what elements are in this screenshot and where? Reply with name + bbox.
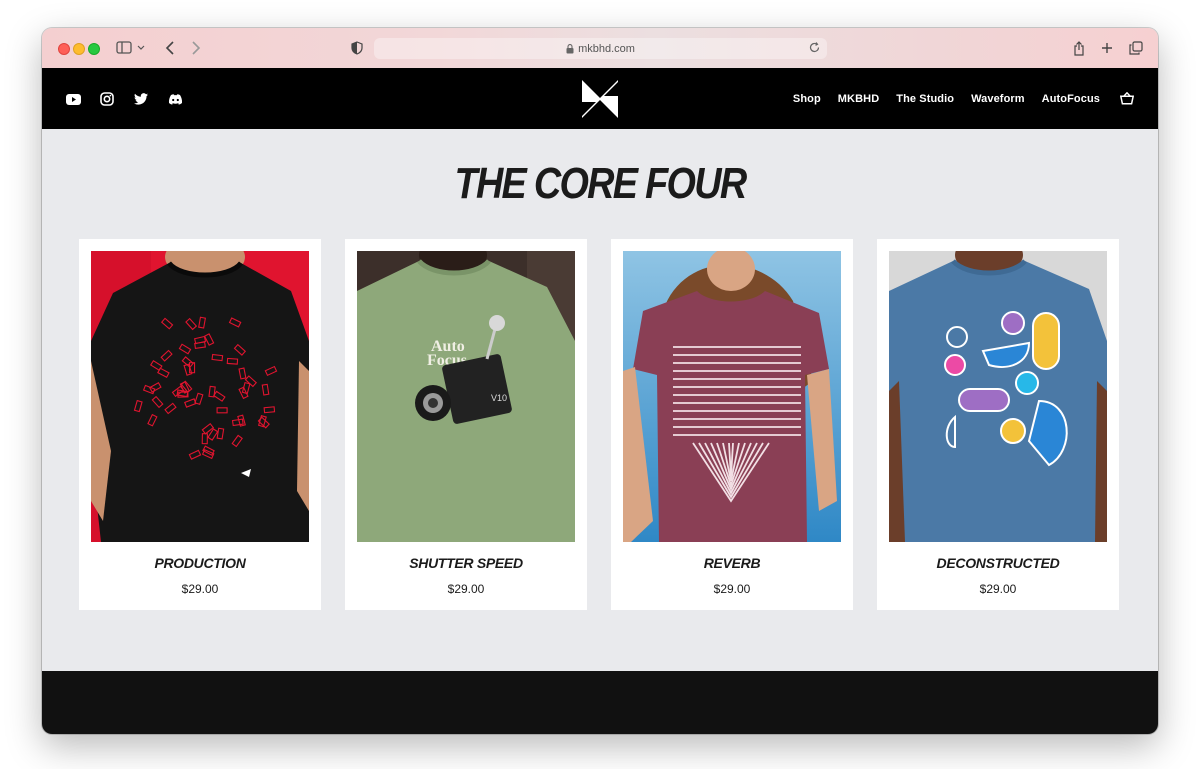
product-image[interactable]: [623, 251, 841, 542]
youtube-link[interactable]: [64, 90, 82, 108]
product-card-shutter-speed[interactable]: Auto Focus V10 SHUTTER SPEED $29.00: [345, 239, 587, 610]
share-icon: [1074, 40, 1084, 56]
minimize-window-button[interactable]: [73, 43, 85, 55]
chevron-right-icon: [192, 41, 201, 55]
youtube-icon: [65, 93, 81, 105]
nav-shop[interactable]: Shop: [793, 93, 821, 105]
tshirt-image-shutter-speed: Auto Focus V10: [357, 251, 575, 542]
zoom-window-button[interactable]: [88, 43, 100, 55]
browser-toolbar: mkbhd.com: [42, 28, 1158, 69]
tshirt-image-deconstructed: [889, 251, 1107, 542]
mkbhd-logo[interactable]: [582, 80, 618, 118]
instagram-icon: [100, 92, 114, 106]
product-card-reverb[interactable]: REVERB $29.00: [611, 239, 853, 610]
product-price: $29.00: [979, 582, 1017, 596]
product-card-deconstructed[interactable]: DECONSTRUCTED $29.00: [877, 239, 1119, 610]
forward-button[interactable]: [190, 39, 202, 57]
nav-waveform[interactable]: Waveform: [971, 93, 1025, 105]
product-name[interactable]: REVERB: [611, 555, 853, 571]
privacy-report-button[interactable]: [350, 39, 364, 57]
product-image[interactable]: [91, 251, 309, 542]
reload-icon[interactable]: [808, 41, 821, 54]
twitter-link[interactable]: [132, 90, 150, 108]
plus-icon: [1102, 43, 1112, 53]
shield-icon: [351, 41, 363, 55]
instagram-link[interactable]: [98, 90, 116, 108]
new-tab-button[interactable]: [1100, 39, 1114, 57]
sidebar-icon: [116, 41, 145, 54]
site-header: Shop MKBHD The Studio Waveform AutoFocus: [42, 68, 1158, 129]
main-nav: Shop MKBHD The Studio Waveform AutoFocus: [776, 93, 1100, 105]
tshirt-image-reverb: [623, 251, 841, 542]
tabs-icon: [1129, 41, 1143, 55]
site-footer: [42, 671, 1158, 734]
main-content: THE CORE FOUR PRODUCTION $29.00 Auto Foc…: [42, 129, 1158, 671]
back-button[interactable]: [164, 39, 176, 57]
nav-autofocus[interactable]: AutoFocus: [1042, 93, 1100, 105]
page-title: THE CORE FOUR: [454, 159, 748, 208]
browser-window: mkbhd.com Shop MKBHD The Studio Waveform…: [42, 28, 1158, 734]
discord-icon: [168, 93, 182, 105]
sidebar-toggle-button[interactable]: [116, 39, 146, 57]
basket-icon: [1119, 91, 1135, 105]
product-price: $29.00: [447, 582, 485, 596]
lock-icon: [566, 43, 574, 53]
discord-link[interactable]: [166, 90, 184, 108]
tab-overview-button[interactable]: [1128, 39, 1144, 57]
nav-mkbhd[interactable]: MKBHD: [838, 93, 879, 105]
cart-button[interactable]: [1119, 91, 1135, 105]
product-price: $29.00: [181, 582, 219, 596]
svg-text:V10: V10: [491, 393, 507, 403]
product-name[interactable]: PRODUCTION: [79, 555, 321, 571]
tshirt-image-production: [91, 251, 309, 542]
product-price: $29.00: [713, 582, 751, 596]
chevron-left-icon: [165, 41, 174, 55]
product-grid: PRODUCTION $29.00 Auto Focus V10 SHUTTER…: [79, 239, 1119, 610]
social-links: [64, 90, 184, 108]
product-card-production[interactable]: PRODUCTION $29.00: [79, 239, 321, 610]
mkbhd-logo-icon: [582, 80, 618, 118]
product-image[interactable]: [889, 251, 1107, 542]
address-bar[interactable]: mkbhd.com: [374, 38, 827, 59]
nav-the-studio[interactable]: The Studio: [896, 93, 954, 105]
product-image[interactable]: Auto Focus V10: [357, 251, 575, 542]
url-text: mkbhd.com: [578, 42, 635, 55]
product-name[interactable]: DECONSTRUCTED: [877, 555, 1119, 571]
close-window-button[interactable]: [58, 43, 70, 55]
share-button[interactable]: [1072, 39, 1086, 57]
twitter-icon: [134, 93, 148, 105]
product-name[interactable]: SHUTTER SPEED: [345, 555, 587, 571]
